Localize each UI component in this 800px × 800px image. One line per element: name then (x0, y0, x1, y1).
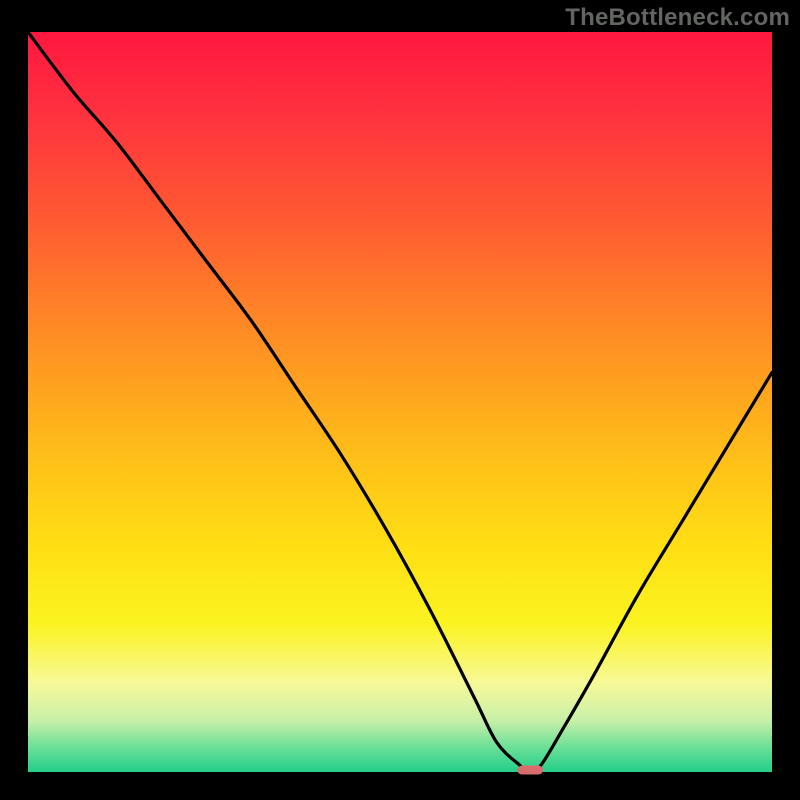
optimal-marker (517, 766, 543, 775)
bottleneck-chart (0, 0, 800, 800)
plot-background (28, 32, 772, 772)
attribution-label: TheBottleneck.com (565, 4, 790, 32)
chart-container: { "attribution": "TheBottleneck.com", "c… (0, 0, 800, 800)
